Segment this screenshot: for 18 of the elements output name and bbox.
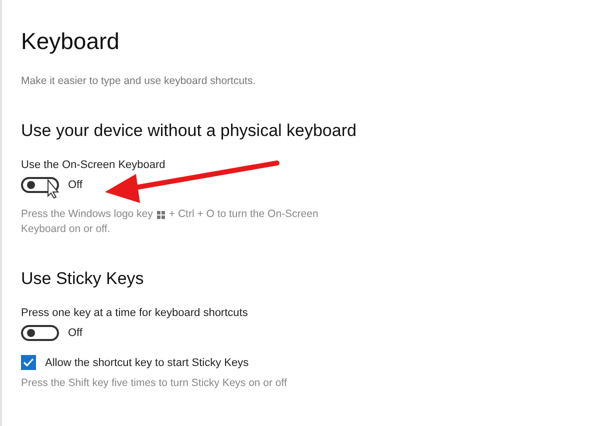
hint-text: Press the Shift key five times to turn Sticky Keys on or off <box>21 376 287 391</box>
checkbox-label: Allow the shortcut key to start Sticky Keys <box>45 356 249 368</box>
toggle-state: Off <box>68 327 82 339</box>
hint-text: Press the Windows logo key <box>21 207 153 222</box>
checkbox[interactable] <box>21 355 36 370</box>
setting-label: Press one key at a time for keyboard shortcuts <box>21 307 249 319</box>
section-heading: Use Sticky Keys <box>21 269 145 289</box>
page-description: Make it easier to type and use keyboard shortcuts. <box>21 75 257 87</box>
checkmark-icon <box>23 358 34 367</box>
page-title: Keyboard <box>21 28 120 55</box>
section-heading: Use your device without a physical keyboard <box>21 121 358 141</box>
toggle-state: Off <box>68 179 82 191</box>
cursor-icon <box>48 178 60 199</box>
hint-text: Keyboard on or off. <box>21 222 110 237</box>
windows-logo-icon <box>156 210 165 218</box>
toggle-switch[interactable] <box>21 325 59 341</box>
hint-text: + Ctrl + O to turn the On-Screen <box>168 207 318 222</box>
setting-label: Use the On-Screen Keyboard <box>21 159 166 171</box>
